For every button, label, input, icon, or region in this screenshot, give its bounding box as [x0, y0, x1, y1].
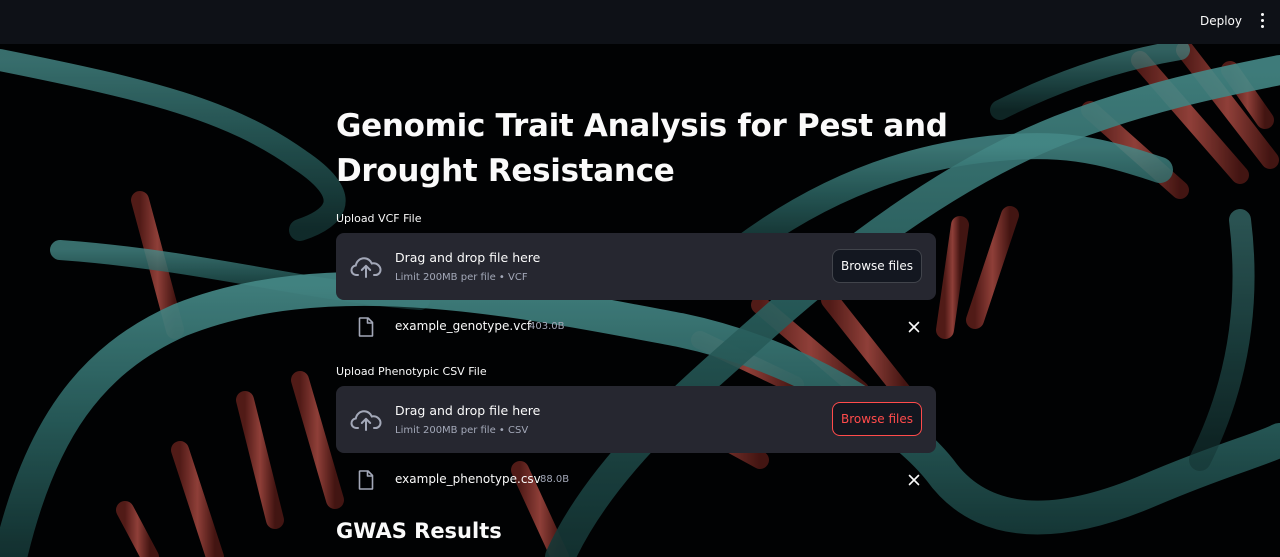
- vcf-drop-instructions: Drag and drop file here: [395, 250, 541, 265]
- vcf-file-limit: Limit 200MB per file • VCF: [395, 272, 528, 283]
- vcf-file-dropzone[interactable]: Drag and drop file here Limit 200MB per …: [336, 233, 936, 300]
- csv-browse-files-button[interactable]: Browse files: [832, 402, 922, 436]
- vcf-file-name: example_genotype.vcf: [395, 319, 532, 333]
- app-root: Deploy Genomic Trait Analysis for Pest a…: [0, 0, 1280, 557]
- csv-file-name: example_phenotype.csv: [395, 472, 541, 486]
- close-icon[interactable]: [906, 319, 922, 335]
- file-icon: [358, 317, 374, 337]
- csv-upload-label: Upload Phenotypic CSV File: [336, 365, 487, 378]
- vcf-upload-label: Upload VCF File: [336, 212, 422, 225]
- vcf-file-size: 403.0B: [529, 321, 565, 332]
- header-toolbar: Deploy: [0, 0, 1280, 44]
- cloud-upload-icon: [350, 410, 382, 431]
- csv-drop-instructions: Drag and drop file here: [395, 403, 541, 418]
- gwas-results-heading: GWAS Results: [336, 519, 502, 543]
- page-title: Genomic Trait Analysis for Pest and Drou…: [336, 108, 948, 189]
- csv-uploaded-file-row: example_phenotype.csv 88.0B: [336, 465, 936, 495]
- cloud-upload-icon: [350, 257, 382, 278]
- csv-file-size: 88.0B: [540, 474, 570, 485]
- file-icon: [358, 470, 374, 490]
- vcf-browse-files-button[interactable]: Browse files: [832, 249, 922, 283]
- close-icon[interactable]: [906, 472, 922, 488]
- csv-file-limit: Limit 200MB per file • CSV: [395, 425, 529, 436]
- more-vertical-icon[interactable]: [1256, 13, 1268, 31]
- csv-file-dropzone[interactable]: Drag and drop file here Limit 200MB per …: [336, 386, 936, 453]
- vcf-uploaded-file-row: example_genotype.vcf 403.0B: [336, 312, 936, 342]
- deploy-button[interactable]: Deploy: [1200, 14, 1242, 28]
